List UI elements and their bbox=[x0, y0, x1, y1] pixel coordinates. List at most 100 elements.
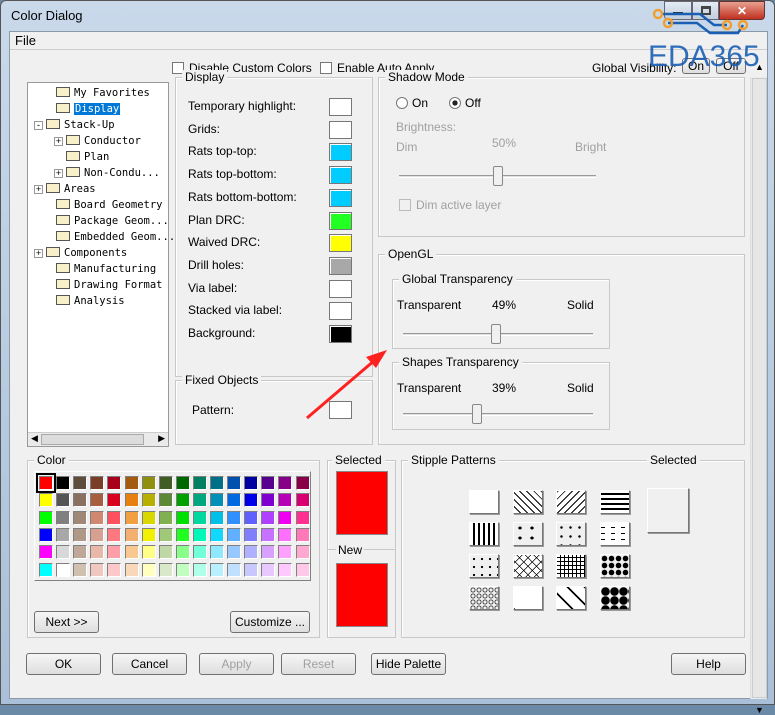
close-button[interactable]: ✕ bbox=[719, 1, 765, 20]
palette-swatch[interactable] bbox=[158, 562, 173, 577]
palette-swatch[interactable] bbox=[261, 562, 276, 577]
palette-swatch[interactable] bbox=[158, 493, 173, 508]
maximize-button[interactable] bbox=[692, 1, 719, 20]
palette-swatch[interactable] bbox=[124, 510, 139, 525]
palette-swatch[interactable] bbox=[107, 493, 122, 508]
palette-swatch[interactable] bbox=[141, 545, 156, 560]
palette-swatch[interactable] bbox=[261, 476, 276, 490]
palette-swatch[interactable] bbox=[261, 527, 276, 542]
tree-item[interactable]: Components bbox=[46, 246, 127, 261]
palette-swatch[interactable] bbox=[227, 545, 242, 560]
stipple-pattern-dashes[interactable] bbox=[599, 522, 630, 546]
display-color-swatch[interactable] bbox=[329, 188, 352, 207]
palette-swatch[interactable] bbox=[158, 476, 173, 490]
palette-swatch[interactable] bbox=[278, 562, 293, 577]
tree-item[interactable]: Package Geom... bbox=[56, 214, 169, 229]
stipple-pattern-diamond-fill[interactable] bbox=[599, 586, 630, 610]
palette-swatch[interactable] bbox=[107, 510, 122, 525]
palette-swatch[interactable] bbox=[73, 493, 88, 508]
palette-swatch[interactable] bbox=[244, 493, 259, 508]
palette-swatch[interactable] bbox=[175, 493, 190, 508]
palette-swatch[interactable] bbox=[107, 545, 122, 560]
brightness-slider-thumb[interactable] bbox=[492, 166, 503, 186]
tree-item[interactable]: My Favorites bbox=[56, 86, 150, 101]
tree-expander[interactable]: + bbox=[54, 137, 63, 146]
tree-item[interactable]: Stack-Up bbox=[46, 118, 115, 133]
palette-swatch[interactable] bbox=[192, 562, 207, 577]
dim-active-layer-checkbox[interactable]: Dim active layer bbox=[399, 198, 501, 212]
palette-swatch[interactable] bbox=[56, 527, 71, 542]
tree-item[interactable]: Manufacturing bbox=[56, 262, 156, 277]
palette-swatch[interactable] bbox=[36, 473, 56, 493]
shadow-off-radio[interactable]: Off bbox=[449, 96, 481, 110]
palette-swatch[interactable] bbox=[39, 510, 53, 525]
stipple-pattern-crosshatch-diag[interactable] bbox=[512, 554, 543, 578]
palette-swatch[interactable] bbox=[295, 510, 310, 525]
stipple-pattern-diamond-x[interactable] bbox=[556, 586, 586, 610]
shapes-transparency-slider[interactable] bbox=[403, 413, 593, 416]
palette-swatch[interactable] bbox=[175, 527, 190, 542]
palette-swatch[interactable] bbox=[90, 545, 105, 560]
palette-swatch[interactable] bbox=[278, 510, 293, 525]
tree-expander[interactable]: + bbox=[54, 169, 63, 178]
palette-swatch[interactable] bbox=[158, 527, 173, 542]
palette-swatch[interactable] bbox=[141, 527, 156, 542]
tree-expander[interactable]: - bbox=[34, 121, 43, 130]
pattern-swatch[interactable] bbox=[329, 401, 352, 419]
palette-swatch[interactable] bbox=[56, 476, 71, 490]
palette-swatch[interactable] bbox=[244, 527, 259, 542]
palette-swatch[interactable] bbox=[124, 527, 139, 542]
tree-item[interactable]: Non-Condu... bbox=[66, 166, 160, 181]
palette-swatch[interactable] bbox=[90, 476, 105, 490]
next-button[interactable]: Next >> bbox=[34, 611, 99, 633]
display-color-swatch[interactable] bbox=[329, 302, 352, 321]
display-color-swatch[interactable] bbox=[329, 143, 352, 162]
tree-item[interactable]: Areas bbox=[46, 182, 96, 197]
palette-swatch[interactable] bbox=[295, 545, 310, 560]
palette-swatch[interactable] bbox=[73, 545, 88, 560]
stipple-pattern-circles[interactable] bbox=[469, 586, 499, 610]
global-transparency-thumb[interactable] bbox=[491, 324, 502, 344]
palette-swatch[interactable] bbox=[192, 527, 207, 542]
palette-swatch[interactable] bbox=[73, 562, 88, 577]
tree-item[interactable]: Board Geometry bbox=[56, 198, 163, 213]
stipple-pattern-diag-back[interactable] bbox=[512, 490, 543, 514]
display-color-swatch[interactable] bbox=[329, 256, 352, 275]
palette-swatch[interactable] bbox=[261, 545, 276, 560]
tree-expander[interactable]: + bbox=[34, 249, 43, 258]
palette-swatch[interactable] bbox=[56, 493, 71, 508]
palette-swatch[interactable] bbox=[107, 476, 122, 490]
palette-swatch[interactable] bbox=[124, 476, 139, 490]
stipple-pattern-grid[interactable] bbox=[556, 554, 586, 578]
palette-swatch[interactable] bbox=[39, 562, 53, 577]
vertical-scrollbar[interactable]: ▲ ▼ bbox=[750, 62, 767, 715]
palette-swatch[interactable] bbox=[158, 545, 173, 560]
tree-item[interactable]: Conductor bbox=[66, 134, 141, 149]
palette-swatch[interactable] bbox=[39, 527, 53, 542]
stipple-pattern-plus-dots[interactable] bbox=[599, 554, 630, 578]
palette-swatch[interactable] bbox=[244, 562, 259, 577]
display-color-swatch[interactable] bbox=[329, 279, 352, 298]
palette-swatch[interactable] bbox=[90, 493, 105, 508]
palette-swatch[interactable] bbox=[210, 493, 224, 508]
palette-swatch[interactable] bbox=[210, 476, 224, 490]
palette-swatch[interactable] bbox=[244, 476, 259, 490]
palette-swatch[interactable] bbox=[244, 510, 259, 525]
palette-swatch[interactable] bbox=[295, 562, 310, 577]
palette-swatch[interactable] bbox=[73, 510, 88, 525]
palette-swatch[interactable] bbox=[56, 562, 71, 577]
palette-swatch[interactable] bbox=[295, 527, 310, 542]
stipple-pattern-vertical[interactable] bbox=[469, 522, 499, 546]
ok-button[interactable]: OK bbox=[26, 653, 101, 675]
palette-swatch[interactable] bbox=[192, 476, 207, 490]
palette-swatch[interactable] bbox=[192, 545, 207, 560]
palette-swatch[interactable] bbox=[141, 476, 156, 490]
palette-swatch[interactable] bbox=[278, 527, 293, 542]
palette-swatch[interactable] bbox=[278, 493, 293, 508]
palette-swatch[interactable] bbox=[73, 527, 88, 542]
palette-swatch[interactable] bbox=[210, 562, 224, 577]
palette-swatch[interactable] bbox=[244, 545, 259, 560]
palette-swatch[interactable] bbox=[141, 510, 156, 525]
palette-swatch[interactable] bbox=[141, 493, 156, 508]
cancel-button[interactable]: Cancel bbox=[112, 653, 187, 675]
